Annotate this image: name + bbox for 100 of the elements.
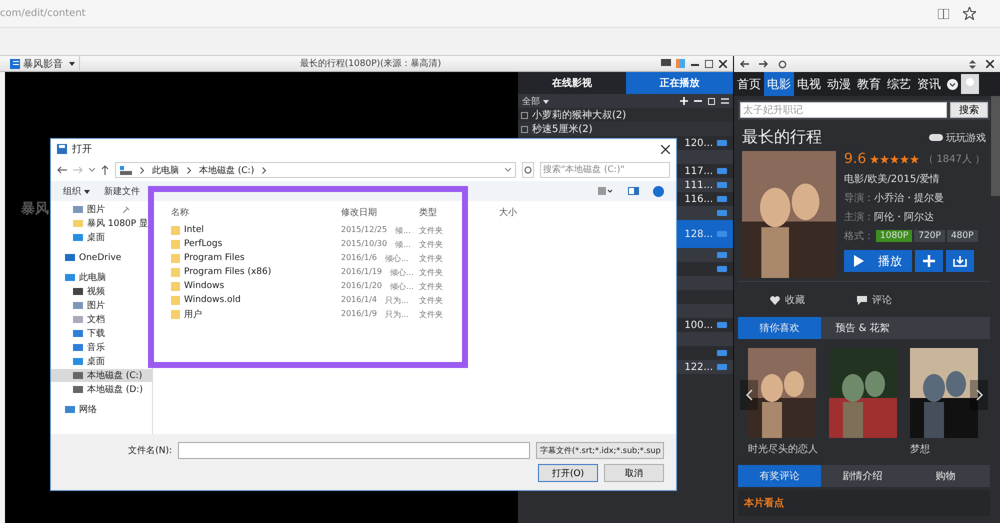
column-header[interactable]: 大小 bbox=[499, 206, 559, 218]
swap-icon[interactable] bbox=[721, 97, 729, 105]
nav-item[interactable]: 此电脑 bbox=[51, 271, 152, 284]
trash-icon[interactable] bbox=[708, 97, 715, 105]
column-header[interactable]: 修改日期 bbox=[341, 206, 419, 218]
playlist-item-text[interactable]: 116... bbox=[684, 194, 713, 204]
nav-item[interactable]: 图片 bbox=[51, 299, 152, 312]
download-button[interactable] bbox=[946, 250, 974, 272]
category-tab[interactable]: 首页 bbox=[734, 72, 764, 96]
chevron-right-icon[interactable] bbox=[262, 166, 266, 174]
previous-button[interactable] bbox=[740, 380, 758, 410]
playlist-item-text[interactable]: 120... bbox=[684, 138, 713, 148]
column-header[interactable]: 类型 bbox=[419, 206, 499, 218]
info-tab[interactable]: 剧情介绍 bbox=[821, 465, 904, 487]
chevron-right-icon[interactable] bbox=[140, 166, 144, 174]
nav-item[interactable]: 下载 bbox=[51, 327, 152, 340]
group-title[interactable]: 秒速5厘米(2) bbox=[532, 122, 593, 136]
info-tab[interactable]: 有奖评论 bbox=[738, 465, 821, 487]
file-row[interactable]: 用户 2016/1/9 只为... 文件夹 bbox=[171, 307, 676, 321]
action-button[interactable]: 评论 bbox=[851, 292, 898, 308]
resize-icon[interactable] bbox=[969, 60, 976, 68]
filename-field[interactable] bbox=[178, 442, 530, 459]
file-row[interactable]: PerfLogs 2015/10/30 倾... 文件夹 bbox=[171, 237, 676, 251]
nav-item[interactable]: 视频 bbox=[51, 285, 152, 298]
open-button[interactable]: 打开(O) bbox=[538, 464, 598, 482]
plus-icon[interactable] bbox=[680, 97, 688, 105]
format-option[interactable]: 720P bbox=[914, 230, 945, 242]
playlist-item-text[interactable]: 117... bbox=[684, 166, 713, 176]
nav-item[interactable]: 文档 bbox=[51, 313, 152, 326]
file-row[interactable]: Program Files 2016/1/6 倾心... 文件夹 bbox=[171, 251, 676, 265]
next-button[interactable] bbox=[970, 380, 988, 410]
chevron-right-icon[interactable] bbox=[187, 166, 191, 174]
playlist-item-text[interactable]: 111... bbox=[684, 180, 713, 190]
category-tab[interactable]: 资讯 bbox=[914, 72, 944, 96]
playlist-item-text[interactable]: 122... bbox=[684, 362, 713, 372]
play-button[interactable]: 播放 bbox=[844, 250, 912, 272]
nav-item[interactable]: 本地磁盘 (C:) bbox=[51, 369, 152, 382]
category-tab[interactable]: 电影 bbox=[764, 72, 794, 96]
category-tab[interactable]: 综艺 bbox=[884, 72, 914, 96]
nav-item[interactable]: 桌面 bbox=[51, 231, 152, 244]
nav-item[interactable]: 桌面 bbox=[51, 355, 152, 368]
close-icon[interactable] bbox=[986, 60, 994, 68]
game-link[interactable]: 玩玩游戏 bbox=[929, 130, 986, 144]
toolbar-button[interactable]: 新建文件 bbox=[104, 184, 140, 198]
playlist-group[interactable]: 秒速5厘米(2) bbox=[518, 122, 733, 136]
toolbar-button[interactable]: 组织 bbox=[63, 184, 90, 198]
dropdown-icon[interactable] bbox=[947, 78, 958, 90]
playlist-item-text[interactable]: 128... bbox=[684, 228, 713, 240]
category-tab[interactable]: 教育 bbox=[854, 72, 884, 96]
search-button[interactable]: 搜索 bbox=[950, 102, 988, 118]
scrollbar[interactable] bbox=[991, 96, 1000, 196]
chevron-down-icon[interactable] bbox=[89, 168, 95, 172]
action-button[interactable]: 收藏 bbox=[764, 292, 811, 308]
category-tab[interactable]: 电视 bbox=[794, 72, 824, 96]
book-icon[interactable] bbox=[938, 8, 949, 18]
star-icon[interactable] bbox=[963, 7, 976, 20]
info-tab[interactable]: 购物 bbox=[904, 465, 987, 487]
movie-caption[interactable]: 梦想 bbox=[910, 442, 978, 456]
movie-caption[interactable]: 时光尽头的恋人 bbox=[748, 442, 816, 456]
nav-item[interactable]: OneDrive bbox=[51, 251, 152, 264]
nav-item[interactable]: 音乐 bbox=[51, 341, 152, 354]
search-field[interactable]: 搜索"本地磁盘 (C:)" bbox=[540, 162, 670, 178]
nav-item[interactable]: 网络 bbox=[51, 403, 152, 416]
add-button[interactable] bbox=[915, 250, 943, 272]
playlist-item-text[interactable]: 100... bbox=[684, 320, 713, 330]
nav-item[interactable]: 本地磁盘 (D:) bbox=[51, 383, 152, 396]
search-field[interactable]: 太子妃升职记 bbox=[740, 102, 947, 118]
playlist-tab[interactable]: 正在播放 bbox=[626, 72, 733, 94]
up-arrow-icon[interactable] bbox=[101, 165, 109, 175]
back-arrow-icon[interactable] bbox=[57, 166, 67, 174]
minus-icon[interactable] bbox=[694, 97, 702, 105]
forward-arrow-icon[interactable] bbox=[759, 60, 768, 68]
column-header[interactable]: 名称 bbox=[171, 206, 341, 218]
help-icon[interactable] bbox=[653, 186, 664, 196]
close-icon[interactable] bbox=[719, 60, 727, 68]
refresh-icon[interactable] bbox=[778, 60, 787, 68]
preview-pane-icon[interactable] bbox=[628, 187, 639, 195]
file-row[interactable]: Windows 2016/1/20 倾心... 文件夹 bbox=[171, 279, 676, 293]
format-option[interactable]: 480P bbox=[946, 230, 978, 242]
group-title[interactable]: 小萝莉的猴神大叔(2) bbox=[532, 108, 626, 122]
breadcrumb[interactable]: 本地磁盘 (C:) bbox=[199, 164, 254, 176]
nav-item[interactable]: 暴风 1080P 显 bbox=[51, 217, 152, 230]
back-arrow-icon[interactable] bbox=[740, 60, 749, 68]
category-tab[interactable]: 动漫 bbox=[824, 72, 854, 96]
chevron-down-icon[interactable] bbox=[505, 168, 511, 172]
file-row[interactable]: Intel 2015/12/25 倾... 文件夹 bbox=[171, 223, 676, 237]
file-row[interactable]: Windows.old 2016/1/4 只为... 文件夹 bbox=[171, 293, 676, 307]
address-bar[interactable]: 此电脑 本地磁盘 (C:) bbox=[115, 162, 516, 178]
breadcrumb[interactable]: 此电脑 bbox=[152, 164, 179, 176]
playlist-tab[interactable]: 在线影视 bbox=[518, 72, 626, 94]
cancel-button[interactable]: 取消 bbox=[604, 464, 664, 482]
file-row[interactable]: Program Files (x86) 2016/1/19 倾心... 文件夹 bbox=[171, 265, 676, 279]
maximize-icon[interactable] bbox=[705, 60, 713, 68]
view-options-icon[interactable] bbox=[598, 187, 614, 195]
close-icon[interactable] bbox=[661, 144, 670, 154]
nav-item[interactable]: 图片 bbox=[51, 203, 152, 216]
file-type-dropdown[interactable]: 字幕文件(*.srt;*.idx;*.sub;*.sup bbox=[536, 442, 664, 459]
chat-icon[interactable] bbox=[661, 59, 671, 68]
recommend-tab[interactable]: 预告 & 花絮 bbox=[821, 317, 904, 339]
recommend-tab[interactable]: 猜你喜欢 bbox=[738, 317, 821, 339]
